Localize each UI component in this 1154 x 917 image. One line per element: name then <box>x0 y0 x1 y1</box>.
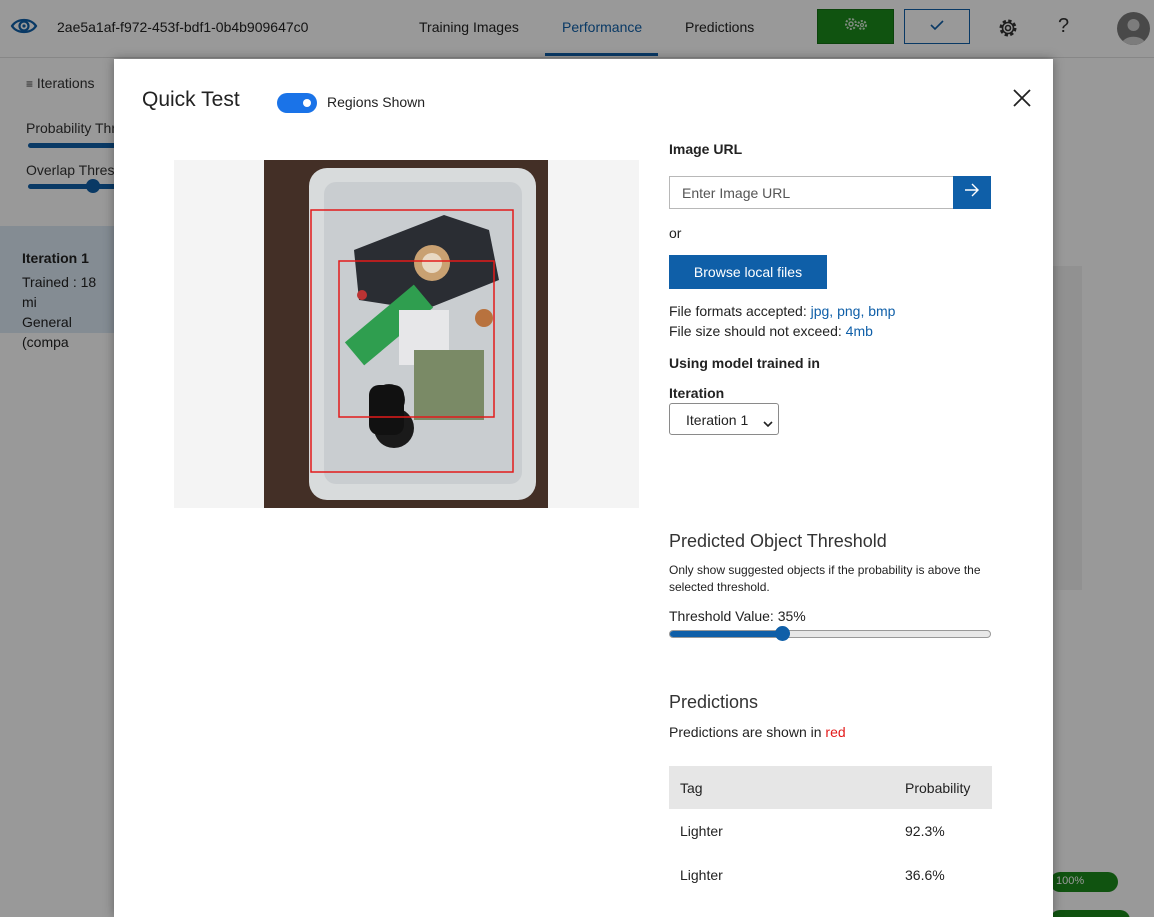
predictions-heading: Predictions <box>669 692 759 712</box>
threshold-description: Only show suggested objects if the proba… <box>669 563 981 594</box>
tag-cell: Lighter <box>680 823 723 839</box>
threshold-slider-handle[interactable] <box>775 626 790 641</box>
table-header-row: Tag Probability <box>669 766 992 809</box>
image-url-input[interactable] <box>669 176 954 209</box>
column-header-tag: Tag <box>669 766 905 809</box>
submit-url-button[interactable] <box>953 176 991 209</box>
probability-cell: 36.6% <box>905 867 945 883</box>
probability-cell: 92.3% <box>905 823 945 839</box>
tag-cell: Lighter <box>680 867 723 883</box>
threshold-value-label: Threshold Value: 35% <box>669 608 806 624</box>
test-image <box>264 160 548 508</box>
model-heading: Using model trained in <box>669 355 820 371</box>
chevron-down-icon <box>763 415 773 431</box>
iteration-select[interactable]: Iteration 1 <box>669 403 779 435</box>
column-header-probability: Probability <box>905 766 992 809</box>
threshold-slider-fill <box>670 631 782 637</box>
table-row[interactable]: Lighter 36.6% <box>669 853 992 897</box>
quick-test-dialog: Quick Test Regions Shown Image URL Enter… <box>114 59 1053 917</box>
predictions-table: Tag Probability Lighter 92.3% Lighter 36… <box>669 766 992 897</box>
or-label: or <box>669 225 682 241</box>
threshold-heading: Predicted Object Threshold <box>669 531 887 551</box>
iteration-label: Iteration <box>669 385 725 401</box>
table-row[interactable]: Lighter 92.3% <box>669 809 992 853</box>
regions-shown-label: Regions Shown <box>327 94 426 110</box>
predictions-note: Predictions are shown in red <box>669 724 846 740</box>
close-icon[interactable] <box>1010 86 1034 110</box>
arrow-right-icon <box>964 183 980 202</box>
browse-local-files-button[interactable]: Browse local files <box>669 255 827 289</box>
file-formats-text: File formats accepted: jpg, png, bmp <box>669 303 896 319</box>
file-size-text: File size should not exceed: 4mb <box>669 323 873 339</box>
regions-shown-toggle[interactable] <box>277 93 317 113</box>
dialog-title: Quick Test <box>142 88 240 111</box>
threshold-slider[interactable] <box>669 626 991 641</box>
image-preview <box>174 160 639 508</box>
image-url-label: Image URL <box>669 141 743 157</box>
